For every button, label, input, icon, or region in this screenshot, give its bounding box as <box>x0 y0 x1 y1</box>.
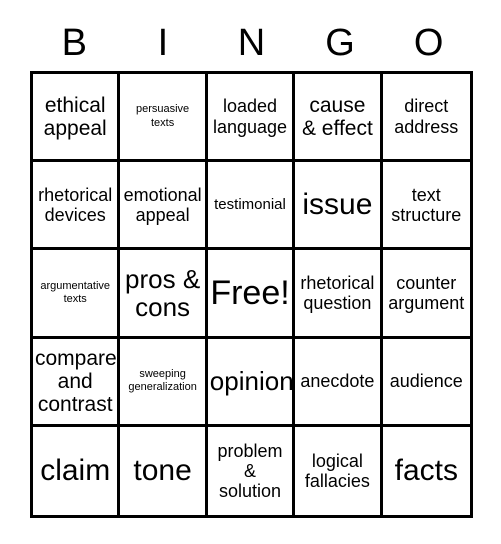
bingo-square-label: testimonial <box>214 196 286 214</box>
bingo-square[interactable]: sweeping generalization <box>120 338 208 427</box>
bingo-square-label: emotional appeal <box>123 184 202 225</box>
bingo-square[interactable]: testimonial <box>207 162 296 251</box>
bingo-square-label: opinion <box>209 366 294 397</box>
bingo-square[interactable]: anecdote <box>295 338 383 427</box>
bingo-square[interactable]: rhetorical question <box>295 250 383 339</box>
bingo-square[interactable]: problem & solution <box>207 426 296 515</box>
bingo-square-label: argumentative texts <box>40 279 111 305</box>
bingo-square[interactable]: compare and contrast <box>33 338 121 427</box>
bingo-square-label: problem & solution <box>217 440 283 501</box>
bingo-square[interactable]: tone <box>120 426 208 515</box>
bingo-header-letter-o: O <box>413 22 444 64</box>
bingo-square-label: issue <box>302 188 373 222</box>
bingo-square[interactable]: pros & cons <box>120 250 208 339</box>
bingo-square-label: logical fallacies <box>304 450 370 491</box>
bingo-square[interactable]: issue <box>295 162 383 251</box>
bingo-header: B I N G O <box>30 18 473 68</box>
bingo-square-label: cause & effect <box>301 93 373 140</box>
bingo-square[interactable]: facts <box>382 426 470 515</box>
bingo-square[interactable]: argumentative texts <box>33 250 121 339</box>
bingo-square-label: tone <box>133 454 192 488</box>
bingo-square-label: loaded language <box>212 96 288 137</box>
bingo-square[interactable]: persuasive texts <box>120 74 208 163</box>
bingo-header-letter-b: B <box>61 22 87 64</box>
bingo-square[interactable]: cause & effect <box>295 74 383 163</box>
bingo-square-label: anecdote <box>300 371 375 392</box>
bingo-square[interactable]: rhetorical devices <box>33 162 121 251</box>
bingo-square[interactable]: counter argument <box>382 250 470 339</box>
bingo-square[interactable]: opinion <box>207 338 296 427</box>
bingo-square-label: counter argument <box>388 272 465 313</box>
bingo-square-label: Free! <box>210 273 290 312</box>
bingo-header-letter-g: G <box>325 22 355 64</box>
bingo-square-label: compare and contrast <box>35 346 117 416</box>
bingo-square-label: claim <box>40 454 111 488</box>
bingo-square[interactable]: direct address <box>382 74 470 163</box>
bingo-grid: ethical appeal persuasive texts loaded lan… <box>30 71 473 518</box>
bingo-card: B I N G O ethical appeal persuasive texts… <box>0 0 501 544</box>
bingo-square[interactable]: text structure <box>382 162 470 251</box>
bingo-header-letter-i: I <box>157 22 169 64</box>
bingo-square-label: direct address <box>394 96 459 137</box>
bingo-square-label: persuasive texts <box>135 103 190 129</box>
bingo-square[interactable]: audience <box>382 338 470 427</box>
bingo-square-label: text structure <box>391 184 462 225</box>
bingo-square[interactable]: claim <box>33 426 121 515</box>
bingo-square-label: pros & cons <box>125 263 201 322</box>
bingo-square[interactable]: ethical appeal <box>33 74 121 163</box>
bingo-header-letter-n: N <box>237 22 266 64</box>
bingo-square-label: audience <box>389 371 463 392</box>
bingo-free-square[interactable]: Free! <box>207 250 296 339</box>
bingo-square[interactable]: logical fallacies <box>295 426 383 515</box>
bingo-square-label: sweeping generalization <box>128 368 197 394</box>
bingo-square-label: rhetorical question <box>300 272 375 313</box>
bingo-square-label: facts <box>394 454 458 488</box>
bingo-square-label: rhetorical devices <box>38 184 113 225</box>
bingo-square[interactable]: loaded language <box>207 74 296 163</box>
bingo-square[interactable]: emotional appeal <box>120 162 208 251</box>
bingo-square-label: ethical appeal <box>43 93 107 140</box>
